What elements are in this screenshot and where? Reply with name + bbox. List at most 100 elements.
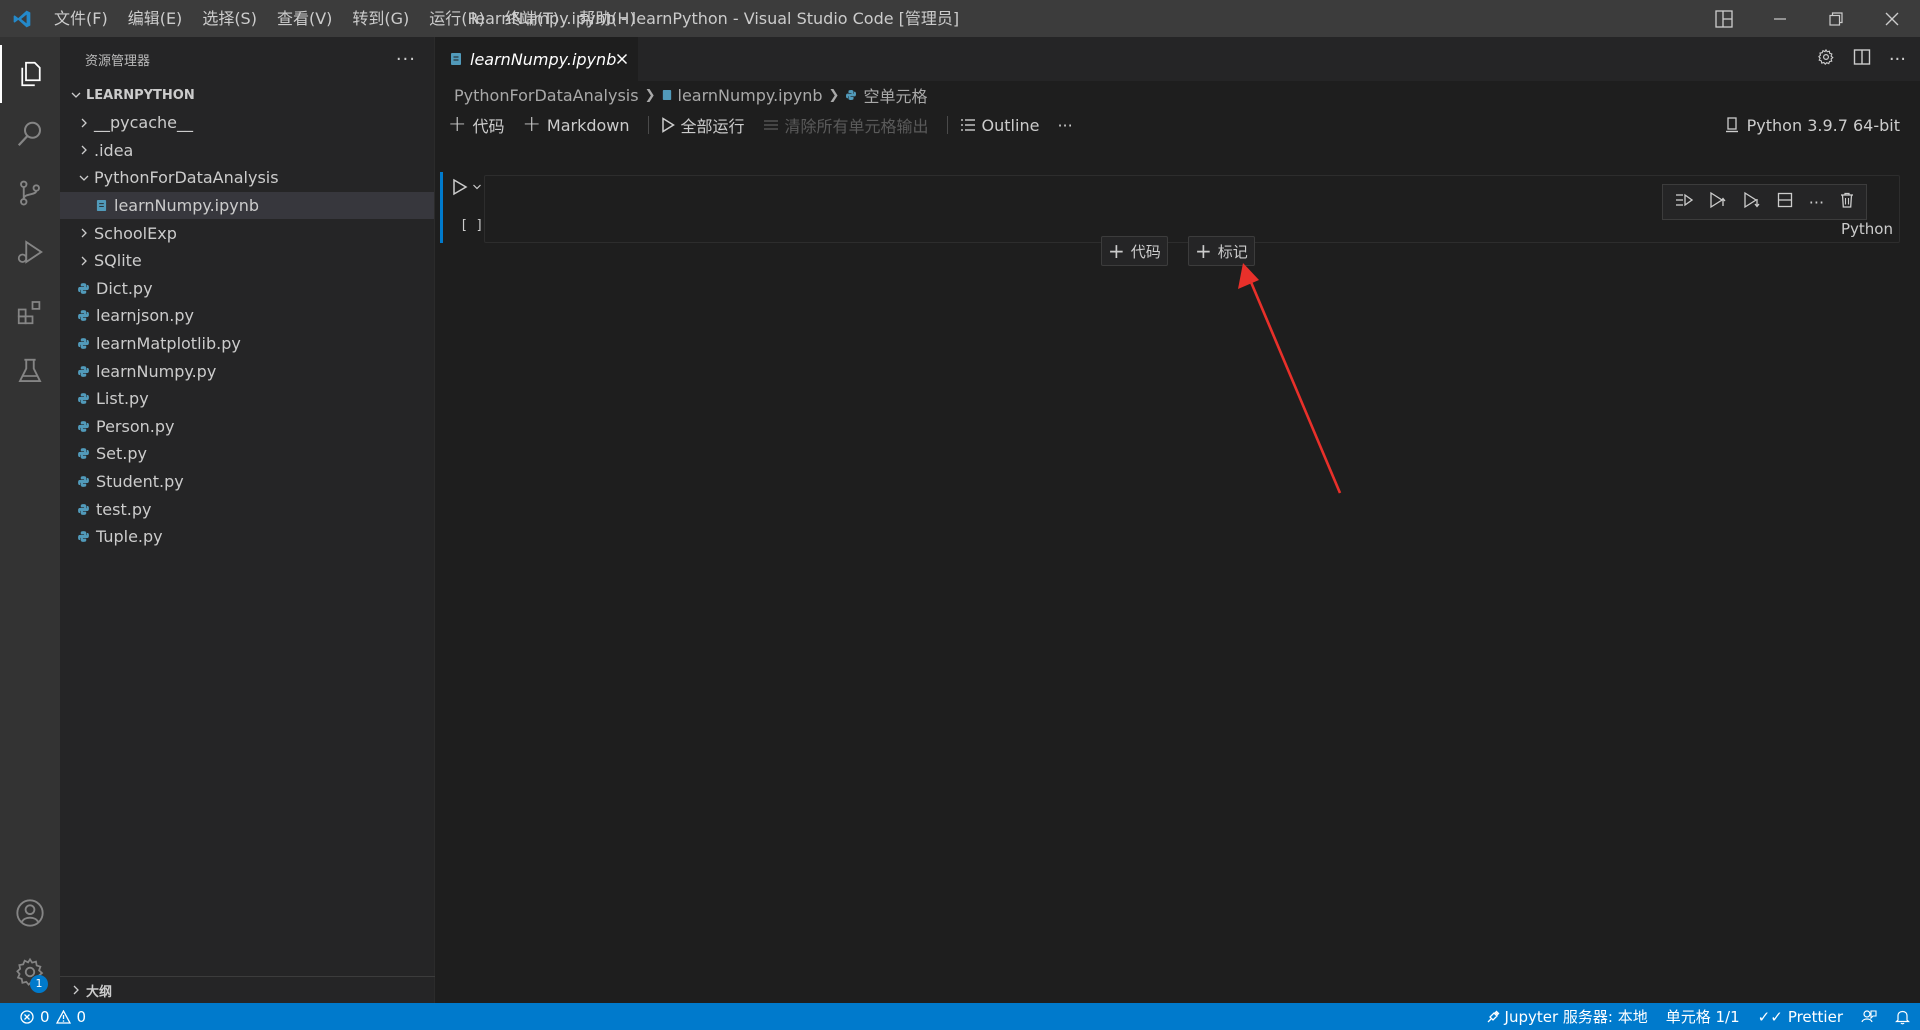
menu-item[interactable]: 终端(T) bbox=[495, 0, 569, 37]
tree-folder[interactable]: SQlite bbox=[60, 247, 434, 275]
run-all-button[interactable]: 全部运行 bbox=[661, 113, 745, 137]
tree-file[interactable]: Tuple.py bbox=[60, 523, 434, 551]
kernel-picker[interactable]: Python 3.9.7 64-bit bbox=[1725, 109, 1900, 141]
restore-button[interactable] bbox=[1808, 0, 1864, 37]
tree-file[interactable]: learnNumpy.ipynb bbox=[60, 191, 434, 220]
menu-item[interactable]: 编辑(E) bbox=[118, 0, 193, 37]
workspace-section-header[interactable]: LEARNPYTHON bbox=[60, 81, 434, 109]
breadcrumb-folder[interactable]: PythonForDataAnalysis bbox=[454, 86, 639, 105]
clear-all-outputs-button[interactable]: 清除所有单元格输出 bbox=[763, 113, 929, 137]
chevron-right-icon: ❯ bbox=[644, 87, 656, 103]
close-window-button[interactable] bbox=[1864, 0, 1920, 37]
status-bar-right: Jupyter 服务器: 本地 单元格 1/1 ✓✓ Prettier bbox=[1486, 1003, 1910, 1030]
run-debug-icon[interactable] bbox=[0, 223, 60, 281]
error-count: 0 bbox=[40, 1007, 50, 1026]
outline-button[interactable]: Outline bbox=[960, 115, 1040, 135]
chevron-right-icon bbox=[74, 144, 94, 156]
close-tab-icon[interactable] bbox=[616, 50, 628, 69]
problems-indicator[interactable]: 0 0 bbox=[0, 1008, 86, 1026]
tree-folder[interactable]: SchoolExp bbox=[60, 219, 434, 247]
feedback-icon[interactable] bbox=[1861, 1009, 1877, 1025]
layout-icon[interactable] bbox=[1696, 0, 1752, 37]
status-bar: 0 0 Jupyter 服务器: 本地 单元格 1/1 ✓✓ Prettier bbox=[0, 1003, 1920, 1030]
extensions-icon[interactable] bbox=[0, 283, 60, 341]
delete-cell-icon[interactable] bbox=[1840, 192, 1854, 212]
explorer-sidebar: 资源管理器 ··· LEARNPYTHON __pycache__ .idea Py… bbox=[60, 37, 435, 1003]
run-cells-above-icon[interactable] bbox=[1709, 191, 1727, 213]
add-code-label: 代码 bbox=[472, 117, 505, 136]
python-file-icon bbox=[74, 337, 92, 350]
tab-learnnumpy[interactable]: learnNumpy.ipynb bbox=[436, 37, 638, 81]
more-actions-icon[interactable]: ··· bbox=[1889, 49, 1906, 70]
outline-label: Outline bbox=[981, 115, 1040, 135]
notifications-bell-icon[interactable] bbox=[1895, 1009, 1910, 1025]
tree-file[interactable]: learnNumpy.py bbox=[60, 357, 434, 385]
settings-gear-icon[interactable] bbox=[1817, 48, 1835, 70]
tree-file[interactable]: Set.py bbox=[60, 440, 434, 468]
tree-file[interactable]: Person.py bbox=[60, 413, 434, 441]
python-file-icon bbox=[74, 530, 92, 543]
tree-file[interactable]: test.py bbox=[60, 495, 434, 523]
menu-item[interactable]: 查看(V) bbox=[267, 0, 342, 37]
tree-file[interactable]: learnjson.py bbox=[60, 302, 434, 330]
window-controls bbox=[1696, 0, 1920, 37]
testing-icon[interactable] bbox=[0, 342, 60, 400]
outline-section-header[interactable]: 大纲 bbox=[60, 976, 435, 1003]
split-cell-icon[interactable] bbox=[1777, 192, 1793, 212]
menu-item[interactable]: 文件(F) bbox=[44, 0, 118, 37]
sidebar-header: 资源管理器 ··· bbox=[60, 37, 434, 81]
tree-item-label: Dict.py bbox=[96, 278, 153, 298]
insert-markdown-cell-button[interactable]: + 标记 bbox=[1188, 236, 1255, 266]
split-editor-icon[interactable] bbox=[1853, 48, 1871, 70]
tree-file[interactable]: learnMatplotlib.py bbox=[60, 330, 434, 358]
jupyter-server-status[interactable]: Jupyter 服务器: 本地 bbox=[1486, 1006, 1648, 1027]
add-code-cell-button[interactable]: + 代码 bbox=[448, 113, 504, 137]
minimize-button[interactable] bbox=[1752, 0, 1808, 37]
tree-file[interactable]: Dict.py bbox=[60, 275, 434, 303]
tree-file[interactable]: List.py bbox=[60, 385, 434, 413]
search-icon[interactable] bbox=[0, 105, 60, 163]
chevron-right-icon bbox=[66, 984, 86, 996]
tree-folder[interactable]: __pycache__ bbox=[60, 109, 434, 137]
toolbar-more-button[interactable]: ··· bbox=[1057, 116, 1072, 135]
tree-item-label: __pycache__ bbox=[94, 113, 194, 133]
python-file-icon bbox=[74, 503, 92, 516]
menu-item[interactable]: 帮助(H) bbox=[569, 0, 646, 37]
tree-item-label: List.py bbox=[96, 389, 149, 409]
tree-item-label: learnNumpy.ipynb bbox=[114, 196, 260, 216]
explorer-icon[interactable] bbox=[0, 45, 60, 103]
tree-folder[interactable]: PythonForDataAnalysis bbox=[60, 164, 434, 192]
chevron-right-icon bbox=[74, 255, 94, 267]
prettier-status[interactable]: ✓✓ Prettier bbox=[1758, 1008, 1843, 1026]
source-control-icon[interactable] bbox=[0, 164, 60, 222]
editor-tabs: learnNumpy.ipynb ··· bbox=[436, 37, 1920, 81]
breadcrumb: PythonForDataAnalysis ❯ learnNumpy.ipynb… bbox=[436, 81, 1920, 109]
insert-code-label: 代码 bbox=[1130, 242, 1161, 261]
notification-badge: 1 bbox=[30, 975, 48, 993]
chevron-right-icon bbox=[74, 227, 94, 239]
menu-item[interactable]: 运行(R) bbox=[419, 0, 495, 37]
chevron-down-icon bbox=[473, 184, 481, 190]
breadcrumb-file[interactable]: learnNumpy.ipynb bbox=[678, 86, 823, 105]
cell-more-icon[interactable]: ··· bbox=[1809, 193, 1824, 212]
cell-language-label[interactable]: Python bbox=[1841, 220, 1893, 238]
menu-item[interactable]: 选择(S) bbox=[192, 0, 267, 37]
manage-gear-icon[interactable]: 1 bbox=[0, 943, 60, 1001]
warning-count: 0 bbox=[76, 1007, 87, 1026]
notebook-editor: learnNumpy.ipynb ··· PythonForDataAnalys… bbox=[436, 37, 1920, 1003]
sidebar-more-button[interactable]: ··· bbox=[396, 49, 416, 70]
insert-code-cell-button[interactable]: + 代码 bbox=[1101, 236, 1168, 266]
run-cell-button[interactable] bbox=[452, 178, 482, 196]
tree-folder[interactable]: .idea bbox=[60, 137, 434, 165]
breadcrumb-cell[interactable]: 空单元格 bbox=[863, 83, 927, 107]
menu-item[interactable]: 转到(G) bbox=[342, 0, 419, 37]
add-markdown-cell-button[interactable]: + Markdown bbox=[522, 114, 629, 136]
accounts-icon[interactable] bbox=[0, 884, 60, 942]
chevron-down-icon bbox=[66, 89, 86, 101]
tree-file[interactable]: Student.py bbox=[60, 468, 434, 496]
run-cells-below-icon[interactable] bbox=[1743, 191, 1761, 213]
cell-position[interactable]: 单元格 1/1 bbox=[1666, 1006, 1740, 1027]
editor-actions: ··· bbox=[1817, 37, 1906, 81]
run-above-icon[interactable] bbox=[1675, 192, 1694, 212]
kernel-icon bbox=[1725, 117, 1739, 133]
